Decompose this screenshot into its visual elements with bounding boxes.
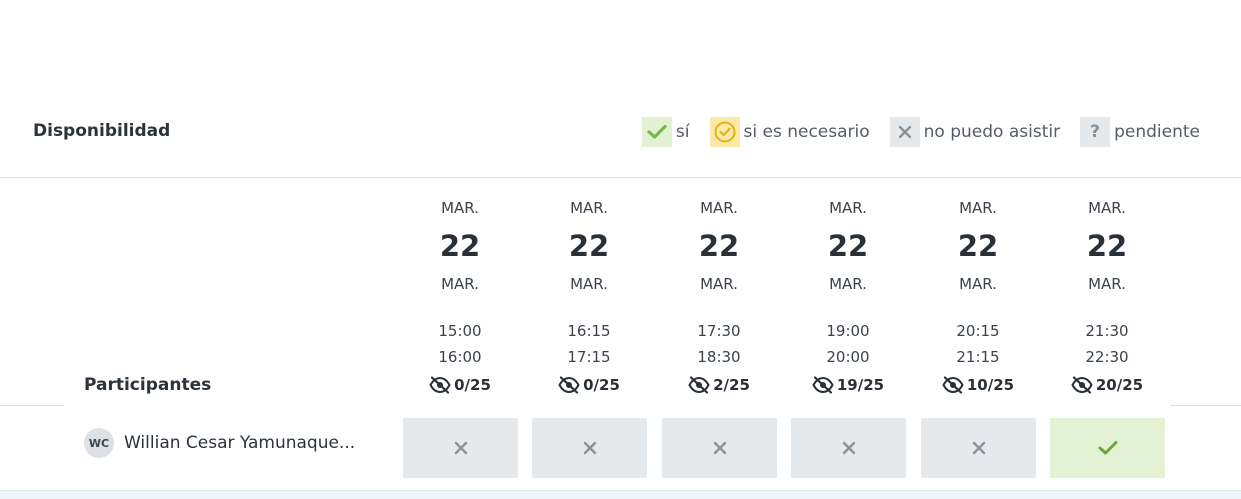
eye-off-icon [688,376,713,394]
date-column: MAR. 22 MAR. 20:15 21:15 10/25 [920,196,1036,400]
day-number: 22 [439,229,481,263]
response-count[interactable]: 20/25 [1049,370,1165,400]
day-number: 22 [957,229,999,263]
day-number: 22 [568,229,610,263]
start-time: 17:30 [697,322,741,340]
check-circle-icon [709,117,740,147]
count-value: 0/25 [454,376,491,394]
eye-off-icon [429,376,454,394]
date-column: MAR. 22 MAR. 19:00 20:00 19/25 [790,196,906,400]
legend-if-needed: si es necesario [709,117,870,147]
start-time: 15:00 [438,322,482,340]
participant-name[interactable]: Willian Cesar Yamunaque... [124,433,355,453]
close-icon [889,117,920,147]
weekday-label: MAR. [1088,199,1126,217]
weekday-label: MAR. [441,199,479,217]
month-label: MAR. [700,275,738,293]
availability-header: Disponibilidad sí si es necesario no pue… [0,110,1241,154]
avatar: WC [84,428,114,458]
count-value: 2/25 [713,376,750,394]
weekday-label: MAR. [959,199,997,217]
month-label: MAR. [570,275,608,293]
weekday-label: MAR. [700,199,738,217]
legend-no-label: no puedo asistir [923,122,1061,142]
close-icon [453,440,469,456]
end-time: 17:15 [567,348,611,366]
month-label: MAR. [959,275,997,293]
response-count[interactable]: 10/25 [920,370,1036,400]
day-number: 22 [1086,229,1128,263]
day-number: 22 [698,229,740,263]
response-cell-no[interactable] [791,418,906,478]
legend-yes-label: sí [675,122,690,142]
check-icon [1098,440,1118,456]
question-icon: ? [1080,117,1111,147]
response-cell-yes[interactable] [1050,418,1165,478]
response-count[interactable]: 19/25 [790,370,906,400]
check-icon [641,117,672,147]
start-time: 20:15 [956,322,1000,340]
month-label: MAR. [1088,275,1126,293]
month-label: MAR. [441,275,479,293]
row-divider-gap [64,405,1170,406]
month-label: MAR. [829,275,867,293]
legend: sí si es necesario no puedo asistir ? pe… [641,117,1200,147]
row-divider [0,405,1241,406]
eye-off-icon [1071,376,1096,394]
close-icon [841,440,857,456]
response-cell-no[interactable] [662,418,777,478]
start-time: 19:00 [826,322,870,340]
response-count[interactable]: 0/25 [402,370,518,400]
legend-no: no puedo asistir [889,117,1061,147]
legend-pending: ? pendiente [1080,117,1200,147]
availability-title: Disponibilidad [33,121,171,141]
response-count[interactable]: 0/25 [531,370,647,400]
end-time: 18:30 [697,348,741,366]
response-cell-no[interactable] [921,418,1036,478]
close-icon [971,440,987,456]
count-value: 20/25 [1095,376,1144,394]
date-column: MAR. 22 MAR. 16:15 17:15 0/25 [531,196,647,400]
legend-pending-label: pendiente [1114,122,1200,142]
date-column: MAR. 22 MAR. 17:30 18:30 2/25 [661,196,777,400]
date-column: MAR. 22 MAR. 21:30 22:30 20/25 [1049,196,1165,400]
response-cell-no[interactable] [532,418,647,478]
day-number: 22 [827,229,869,263]
weekday-label: MAR. [570,199,608,217]
participants-label: Participantes [84,375,212,395]
end-time: 22:30 [1085,348,1129,366]
participant: WC Willian Cesar Yamunaque... [84,428,355,458]
count-value: 19/25 [836,376,885,394]
legend-if-needed-label: si es necesario [743,122,870,142]
response-count[interactable]: 2/25 [661,370,777,400]
legend-yes: sí [641,117,690,147]
count-value: 0/25 [583,376,620,394]
end-time: 21:15 [956,348,1000,366]
end-time: 20:00 [826,348,870,366]
eye-off-icon [942,376,967,394]
start-time: 16:15 [567,322,611,340]
header-divider [0,177,1241,178]
eye-off-icon [558,376,583,394]
close-icon [712,440,728,456]
start-time: 21:30 [1085,322,1129,340]
response-cell-no[interactable] [403,418,518,478]
date-column: MAR. 22 MAR. 15:00 16:00 0/25 [402,196,518,400]
close-icon [582,440,598,456]
weekday-label: MAR. [829,199,867,217]
bottom-strip [0,490,1241,499]
eye-off-icon [812,376,837,394]
count-value: 10/25 [966,376,1015,394]
end-time: 16:00 [438,348,482,366]
